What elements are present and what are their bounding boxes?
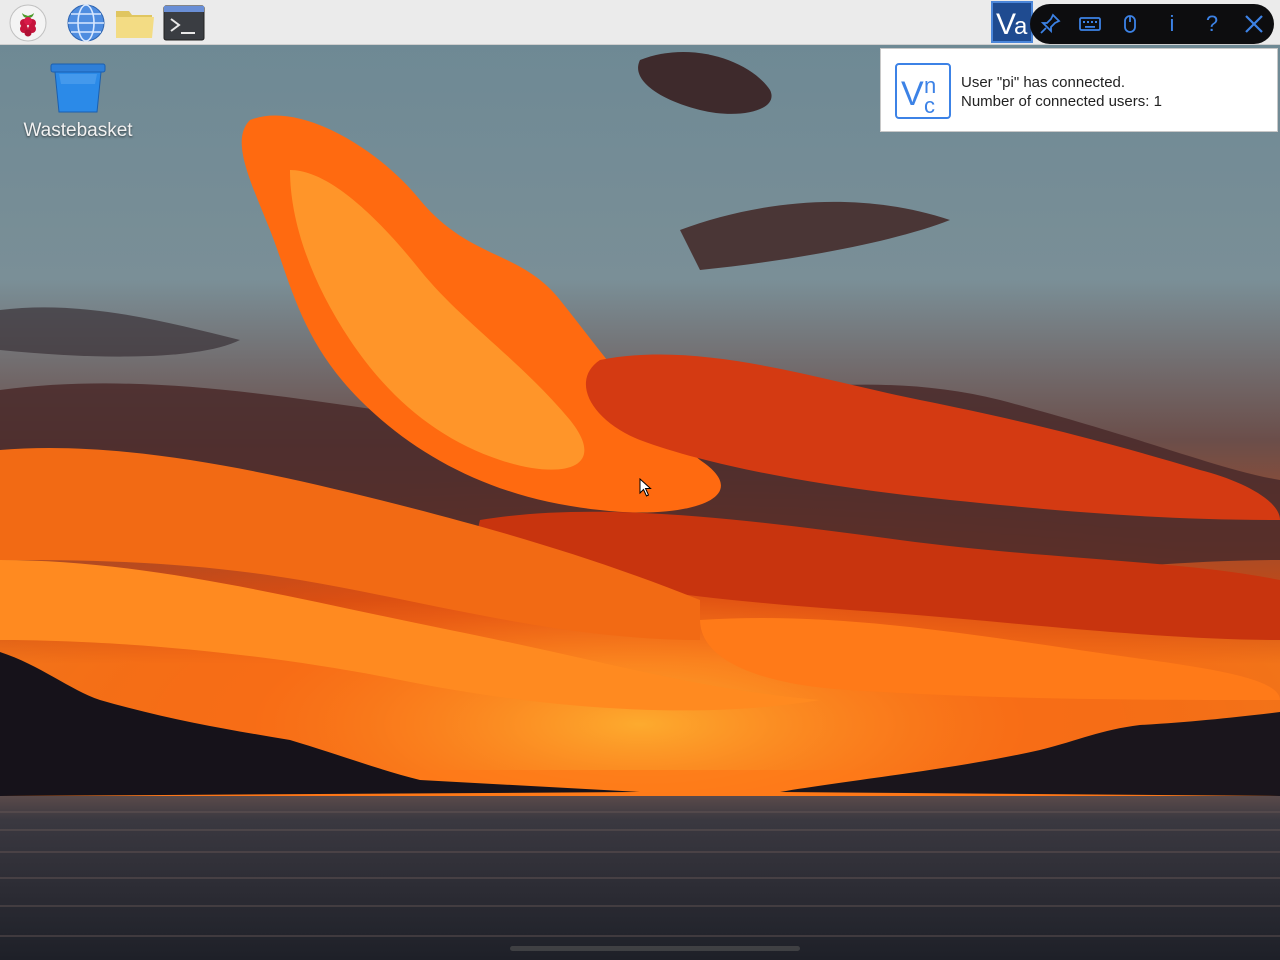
svg-text:V: V: [901, 75, 924, 113]
vnc-viewer-toolbar: i ?: [1030, 4, 1274, 44]
keyboard-icon[interactable]: [1076, 10, 1104, 38]
vnc-server-icon[interactable]: V a: [991, 1, 1033, 43]
raspberry-menu-icon[interactable]: [8, 3, 48, 43]
svg-text:c: c: [924, 93, 935, 118]
vnc-logo-icon: V n c: [895, 63, 951, 119]
connection-notification[interactable]: V n c User "pi" has connected. Number of…: [880, 48, 1278, 132]
terminal-icon[interactable]: [163, 3, 205, 43]
svg-text:a: a: [1014, 13, 1028, 40]
mouse-pointer-icon: [639, 478, 653, 498]
notification-message: User "pi" has connected. Number of conne…: [961, 73, 1162, 111]
notification-line-user: User "pi" has connected.: [961, 74, 1126, 91]
mouse-icon[interactable]: [1116, 10, 1144, 38]
info-button[interactable]: i: [1160, 8, 1184, 40]
desktop-icon-label: Wastebasket: [23, 120, 133, 141]
notification-line-count: Number of connected users: 1: [961, 93, 1162, 110]
desktop-icon-wastebasket[interactable]: Wastebasket: [14, 60, 142, 142]
pin-icon[interactable]: [1036, 10, 1064, 38]
help-button[interactable]: ?: [1200, 8, 1224, 40]
close-icon[interactable]: [1240, 10, 1268, 38]
file-manager-icon[interactable]: [114, 3, 154, 43]
svg-text:V: V: [996, 8, 1016, 41]
wastebasket-icon: [50, 63, 106, 113]
web-browser-icon[interactable]: [66, 3, 106, 43]
